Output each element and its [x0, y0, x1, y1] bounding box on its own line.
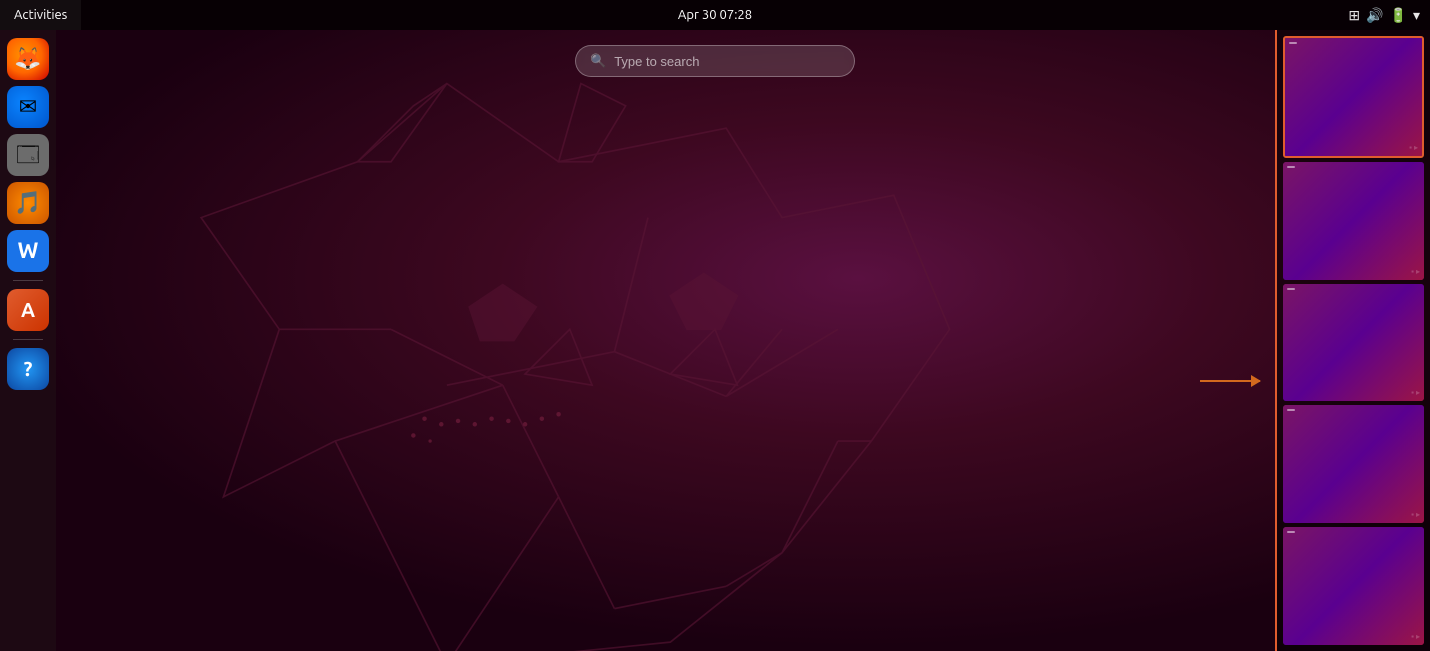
- workspace-1-mini-icons: ▪ ▸: [1409, 143, 1418, 152]
- dock-separator: [13, 280, 43, 281]
- volume-tray-icon[interactable]: 🔊: [1366, 7, 1383, 24]
- system-tray: ⊞ 🔊 🔋 ▾: [1348, 7, 1430, 24]
- dock-icon-help[interactable]: ?: [7, 348, 49, 390]
- workspace-4-inner: ▪ ▸: [1283, 405, 1424, 523]
- dock-icon-appcenter[interactable]: A: [7, 289, 49, 331]
- writer-icon: W: [18, 240, 39, 262]
- dock-icon-thunderbird[interactable]: ✉: [7, 86, 49, 128]
- workspace-1[interactable]: ▪ ▸: [1283, 36, 1424, 158]
- workspace-3-inner: ▪ ▸: [1283, 284, 1424, 402]
- desktop: 🦊 ✉ 🗔 🎵 W A ? 🔍: [0, 30, 1430, 651]
- sidebar: 🦊 ✉ 🗔 🎵 W A ?: [0, 30, 56, 651]
- dock-separator-2: [13, 339, 43, 340]
- battery-tray-icon[interactable]: 🔋: [1390, 7, 1407, 24]
- help-icon: ?: [24, 359, 33, 379]
- workspace-4-mini-icons: ▪ ▸: [1411, 510, 1420, 519]
- clock-display: Apr 30 07:28: [678, 8, 752, 22]
- workspace-3[interactable]: ▪ ▸: [1283, 284, 1424, 402]
- workspace-5-bar: [1287, 531, 1295, 533]
- firefox-icon: 🦊: [14, 48, 41, 70]
- clock-text: Apr 30 07:28: [678, 8, 752, 22]
- appcenter-icon: A: [21, 300, 35, 320]
- workspace-4-bar: [1287, 409, 1295, 411]
- rhythmbox-icon: 🎵: [14, 192, 41, 214]
- thunderbird-icon: ✉: [19, 96, 37, 118]
- workspace-5[interactable]: ▪ ▸: [1283, 527, 1424, 645]
- dock-icon-firefox[interactable]: 🦊: [7, 38, 49, 80]
- workspace-2-mini-icons: ▪ ▸: [1411, 267, 1420, 276]
- dock-icon-files[interactable]: 🗔: [7, 134, 49, 176]
- background-mascot: [0, 30, 1430, 651]
- workspace-1-bar: [1289, 42, 1297, 44]
- workspace-4[interactable]: ▪ ▸: [1283, 405, 1424, 523]
- workspace-5-mini-icons: ▪ ▸: [1411, 632, 1420, 641]
- activities-button[interactable]: Activities: [0, 0, 81, 30]
- search-box[interactable]: 🔍: [575, 45, 855, 77]
- arrow-right-indicator: [1200, 380, 1260, 382]
- workspace-5-inner: ▪ ▸: [1283, 527, 1424, 645]
- dock-icon-rhythmbox[interactable]: 🎵: [7, 182, 49, 224]
- topbar: Activities Apr 30 07:28 ⊞ 🔊 🔋 ▾: [0, 0, 1430, 30]
- search-icon: 🔍: [590, 54, 606, 69]
- workspace-3-bar: [1287, 288, 1295, 290]
- search-input[interactable]: [614, 54, 834, 69]
- search-container: 🔍: [575, 45, 855, 77]
- files-icon: 🗔: [16, 144, 40, 166]
- workspace-1-inner: ▪ ▸: [1285, 38, 1422, 156]
- workspace-2-inner: ▪ ▸: [1283, 162, 1424, 280]
- tray-menu-icon[interactable]: ▾: [1413, 7, 1420, 24]
- grid-tray-icon[interactable]: ⊞: [1348, 7, 1360, 24]
- activities-label: Activities: [14, 8, 67, 22]
- workspace-3-mini-icons: ▪ ▸: [1411, 388, 1420, 397]
- workspace-2-bar: [1287, 166, 1295, 168]
- workspace-2[interactable]: ▪ ▸: [1283, 162, 1424, 280]
- workspace-panel: ▪ ▸ ▪ ▸: [1275, 30, 1430, 651]
- dock-icon-writer[interactable]: W: [7, 230, 49, 272]
